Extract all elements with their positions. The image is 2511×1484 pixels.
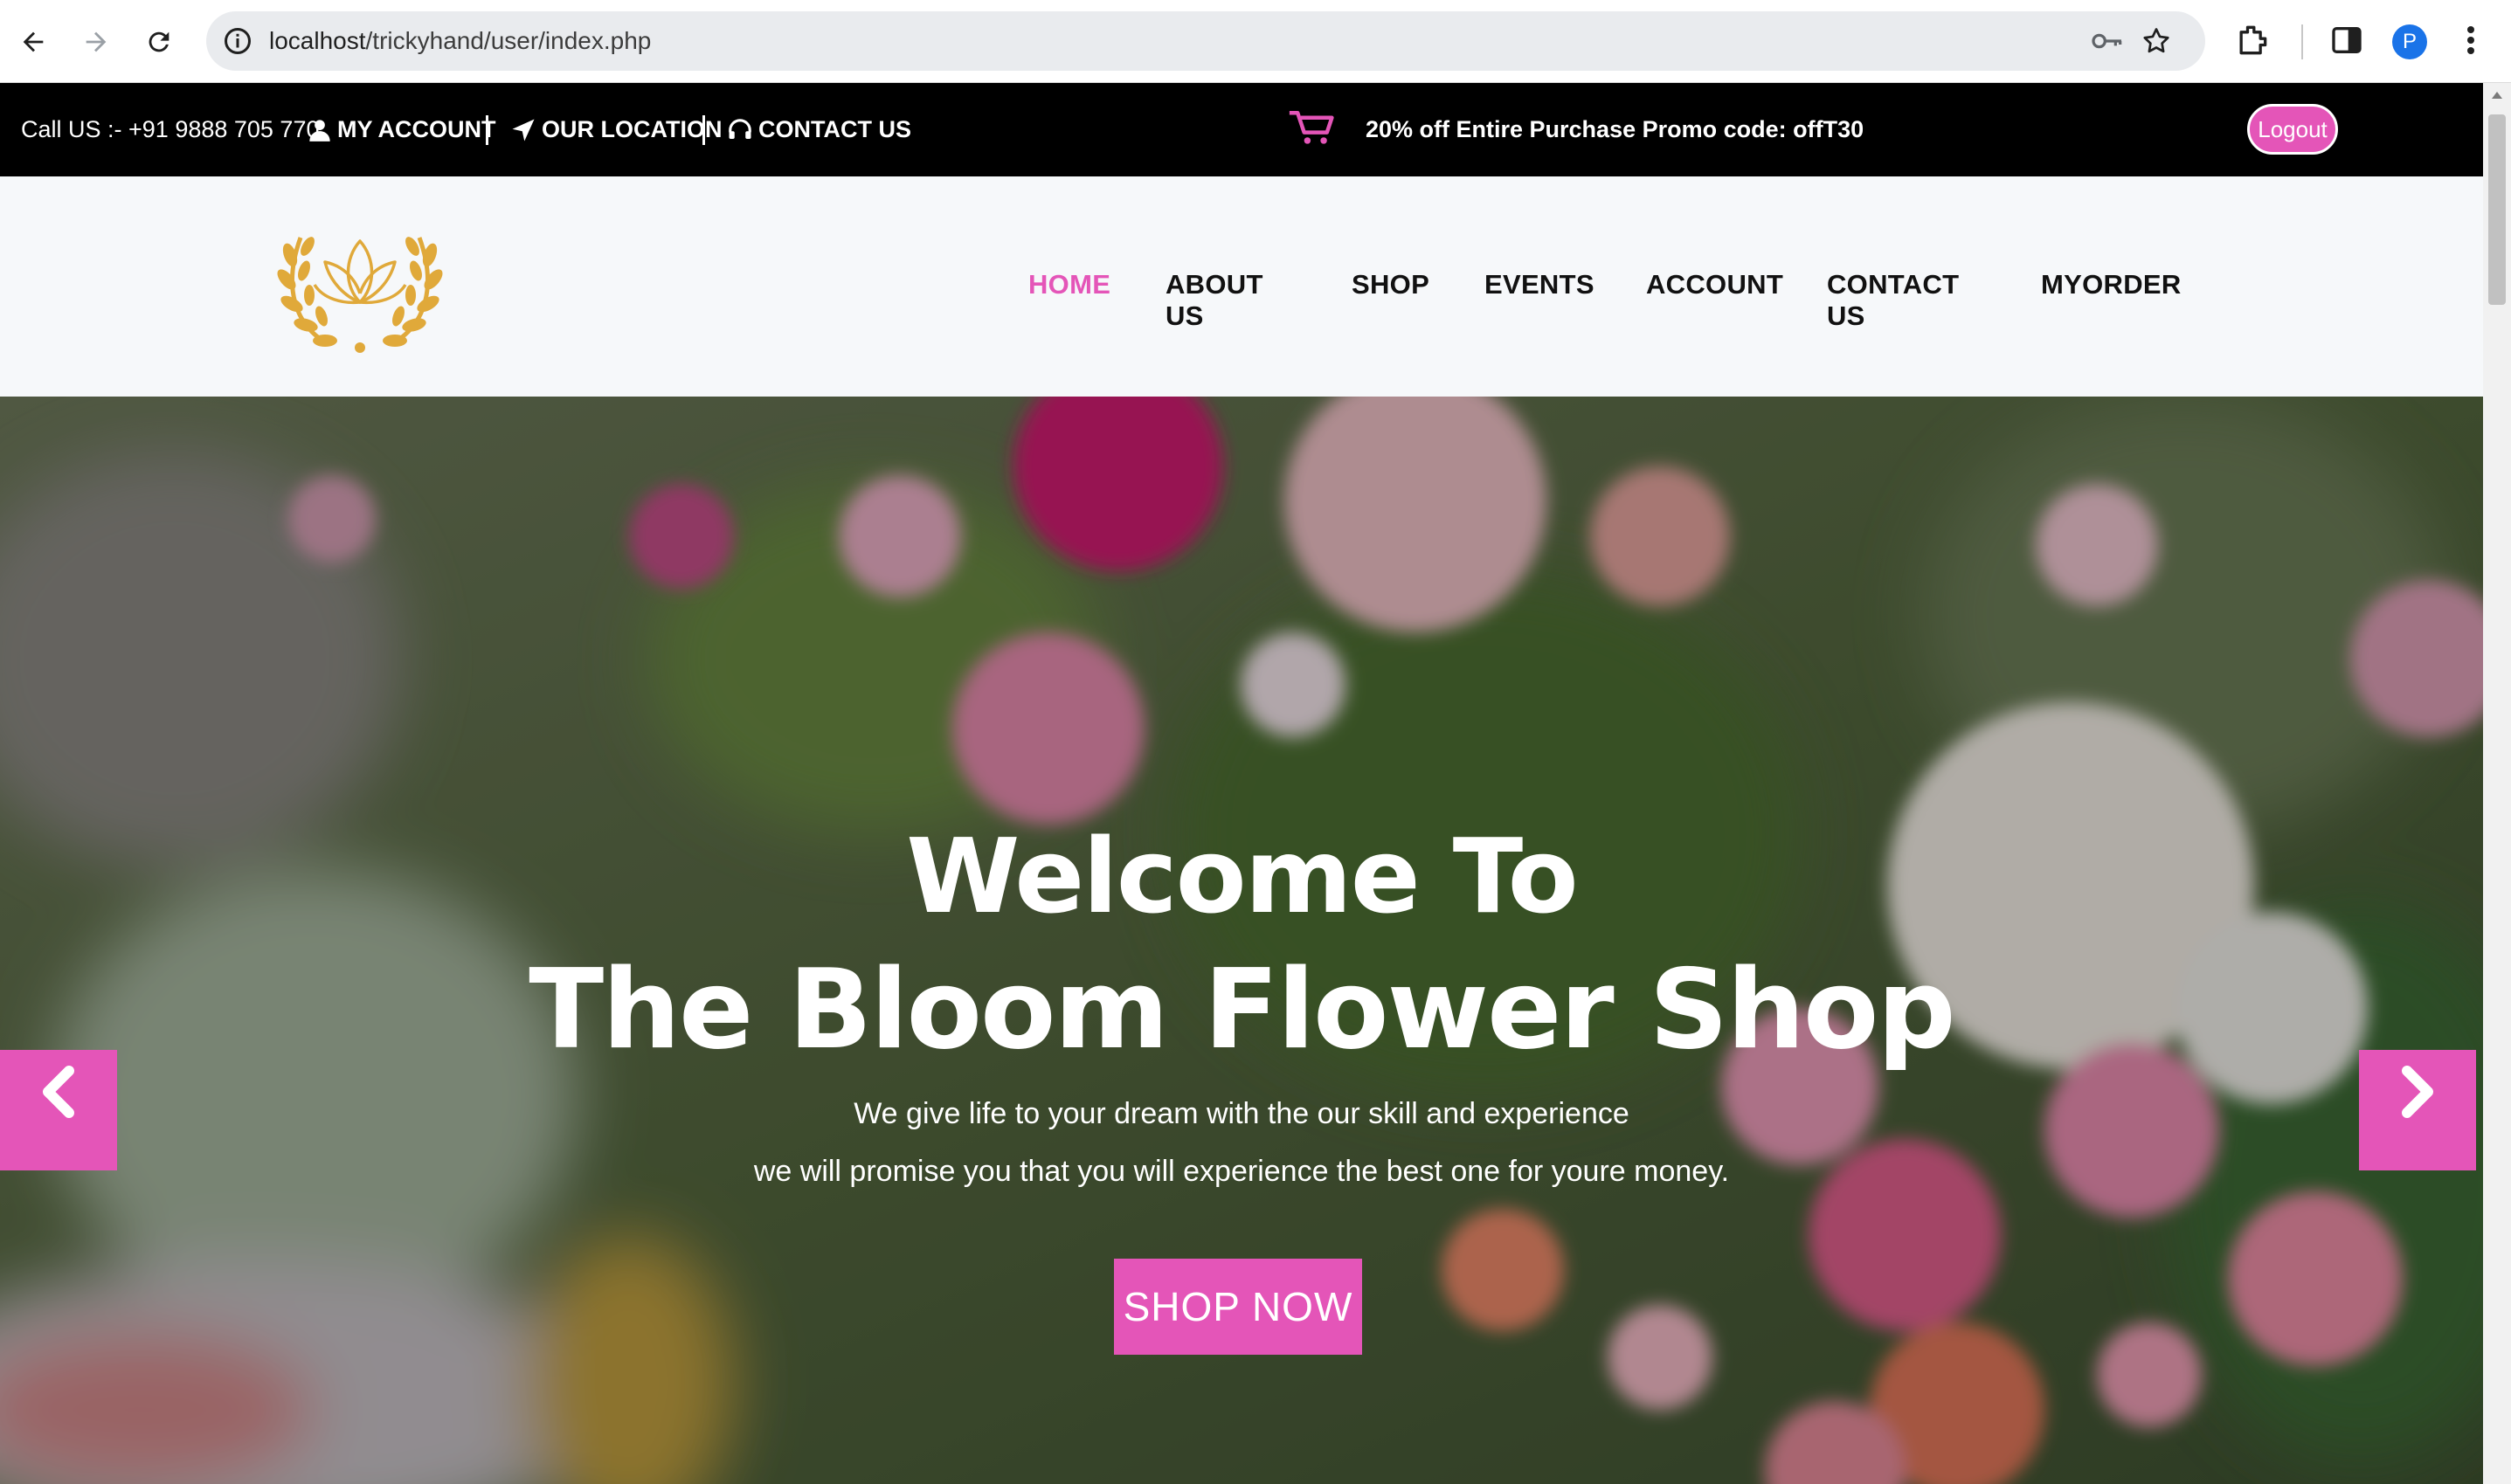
reload-icon[interactable] [136, 19, 182, 65]
our-location-label: OUR LOCATION [542, 116, 723, 142]
headset-icon [729, 118, 751, 139]
slider-prev-button[interactable] [0, 1050, 117, 1170]
divider [702, 115, 705, 145]
nav-events[interactable]: EVENTS [1484, 269, 1594, 300]
url-text[interactable]: localhost/trickyhand/user/index.php [269, 11, 651, 71]
cart-icon[interactable] [1288, 107, 1337, 152]
my-account-label: MY ACCOUNT [337, 116, 496, 142]
shop-now-button[interactable]: SHOP NOW [1114, 1259, 1362, 1355]
my-account-link[interactable]: MY ACCOUNT [308, 83, 496, 176]
call-us-text: Call US :- +91 9888 705 770 [21, 116, 320, 142]
hero-subtitle-line1: We give life to your dream with the our … [854, 1097, 1629, 1130]
address-bar[interactable]: localhost/trickyhand/user/index.php [206, 11, 2205, 71]
nav-home[interactable]: HOME [1028, 269, 1110, 300]
contact-us-top-label: CONTACT US [758, 116, 911, 142]
info-icon[interactable] [222, 25, 253, 61]
site-header: HOME ABOUT US SHOP EVENTS ACCOUNT CONTAC… [0, 176, 2483, 397]
top-info-bar: Call US :- +91 9888 705 770 MY ACCOUNT O… [0, 83, 2483, 176]
side-panel-icon[interactable] [2329, 23, 2364, 62]
user-icon [309, 119, 330, 141]
toolbar-divider [2301, 24, 2303, 59]
nav-contact-us[interactable]: CONTACT US [1827, 269, 1959, 332]
nav-myorder[interactable]: MYORDER [2041, 269, 2182, 300]
star-icon[interactable] [2141, 25, 2172, 61]
nav-account[interactable]: ACCOUNT [1646, 269, 1783, 300]
extensions-icon[interactable] [2233, 21, 2272, 64]
chevron-right-icon [2402, 1066, 2433, 1118]
divider [486, 115, 488, 145]
site-logo[interactable] [276, 203, 444, 361]
hero-slider: Welcome To The Bloom Flower Shop We give… [0, 397, 2483, 1484]
back-icon[interactable] [10, 19, 56, 65]
hero-title-line2: The Bloom Flower Shop [529, 945, 1955, 1073]
more-icon[interactable] [2462, 19, 2480, 66]
hero-title-line1: Welcome To [906, 816, 1578, 936]
scroll-up-arrow[interactable] [2492, 92, 2502, 99]
scrollbar-thumb[interactable] [2488, 114, 2506, 305]
our-location-link[interactable]: OUR LOCATION [510, 83, 722, 176]
key-icon[interactable] [2090, 27, 2125, 59]
location-arrow-icon [512, 119, 535, 141]
chevron-left-icon [43, 1066, 74, 1118]
nav-shop[interactable]: SHOP [1352, 269, 1429, 300]
page-scrollbar[interactable] [2483, 83, 2511, 1484]
promo-text: 20% off Entire Purchase Promo code: offT… [1366, 116, 1864, 142]
profile-avatar[interactable]: P [2392, 24, 2427, 59]
forward-icon[interactable] [73, 19, 119, 65]
slider-next-button[interactable] [2359, 1050, 2476, 1170]
contact-us-top-link[interactable]: CONTACT US [727, 83, 911, 176]
nav-about-us[interactable]: ABOUT US [1166, 269, 1263, 332]
browser-toolbar: localhost/trickyhand/user/index.php P [0, 0, 2511, 83]
logout-button[interactable]: Logout [2247, 104, 2338, 155]
hero-subtitle-line2: we will promise you that you will experi… [753, 1155, 1730, 1188]
